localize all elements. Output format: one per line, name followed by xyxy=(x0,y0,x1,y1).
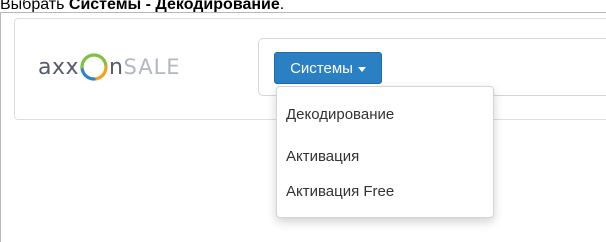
logo-text-mid: n xyxy=(109,54,124,80)
logo-text-left: axx xyxy=(38,54,80,80)
axxonsale-logo[interactable]: axx n SALE xyxy=(38,52,181,82)
menu-item-activation[interactable]: Активация xyxy=(286,148,359,165)
systems-menu-button[interactable]: Системы xyxy=(274,52,382,84)
logo-text-sale: SALE xyxy=(123,55,181,79)
logo-ring-icon xyxy=(79,52,109,82)
menu-item-activation-free[interactable]: Активация Free xyxy=(286,183,394,200)
caret-down-icon xyxy=(357,66,366,72)
menu-item-decoding[interactable]: Декодирование xyxy=(286,106,394,123)
systems-button-label: Системы xyxy=(290,59,353,77)
systems-dropdown-menu: Декодирование Активация Активация Free xyxy=(276,86,494,218)
